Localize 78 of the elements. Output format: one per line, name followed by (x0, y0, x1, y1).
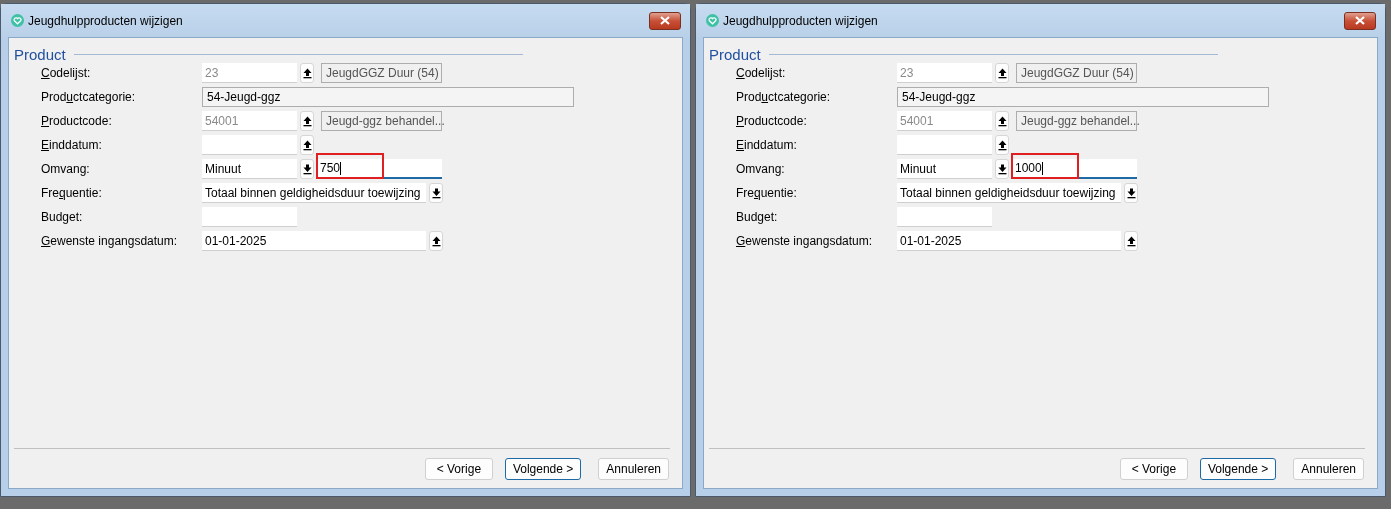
field-label: Gewenste ingangsdatum: (41, 234, 179, 248)
description-field: Jeugd-ggz behandel... (321, 111, 442, 131)
text-field[interactable]: 23 (897, 63, 992, 83)
text-field[interactable]: 23 (202, 63, 297, 83)
down-arrow-icon (1126, 187, 1136, 199)
down-arrow-icon (431, 187, 441, 199)
field-label: Omvang: (736, 162, 786, 176)
field-label: Codelijst: (41, 66, 92, 80)
dialog-button[interactable]: < Vorige (1119, 457, 1188, 480)
dialog-button[interactable]: Volgende > (504, 457, 582, 480)
text-field[interactable]: 01-01-2025 (202, 231, 426, 251)
description-field: Jeugd-ggz behandel... (1016, 111, 1137, 131)
field-label: Omvang: (41, 162, 91, 176)
heart-logo-icon (11, 14, 24, 27)
text-field[interactable] (897, 135, 992, 155)
up-arrow-button[interactable] (429, 231, 443, 251)
up-arrow-button[interactable] (300, 135, 314, 155)
section-heading: Product (14, 46, 66, 63)
text-field[interactable]: 1000 (1012, 159, 1137, 179)
field-label: Einddatum: (41, 138, 103, 152)
text-field[interactable] (202, 135, 297, 155)
up-arrow-icon (997, 67, 1007, 79)
up-arrow-icon (997, 139, 1007, 151)
up-arrow-icon (431, 235, 441, 247)
dialog-button[interactable]: < Vorige (424, 457, 493, 480)
up-arrow-icon (302, 115, 312, 127)
close-icon (660, 16, 670, 25)
dialog-button[interactable]: Annuleren (598, 457, 669, 480)
section-heading: Product (709, 46, 761, 63)
up-arrow-icon (997, 115, 1007, 127)
up-arrow-button[interactable] (300, 63, 314, 83)
down-arrow-icon (302, 163, 312, 175)
text-field[interactable]: 54001 (202, 111, 297, 131)
down-arrow-button[interactable] (995, 159, 1009, 179)
field-label: Productcode: (736, 114, 808, 128)
up-arrow-button[interactable] (1124, 231, 1138, 251)
readonly-field: 54-Jeugd-ggz (202, 87, 574, 107)
description-field: JeugdGGZ Duur (54) (321, 63, 442, 83)
text-field[interactable] (897, 207, 992, 227)
down-arrow-button[interactable] (1124, 183, 1138, 203)
close-button[interactable] (649, 11, 681, 30)
window-title: Jeugdhulpproducten wijzigen (28, 13, 184, 28)
dialog-button[interactable]: Volgende > (1199, 457, 1277, 480)
dialog-button[interactable]: Annuleren (1293, 457, 1364, 480)
text-field[interactable] (202, 207, 297, 227)
field-label: Frequentie: (41, 186, 103, 200)
readonly-field: 54-Jeugd-ggz (897, 87, 1269, 107)
window-title: Jeugdhulpproducten wijzigen (723, 13, 879, 28)
field-label: Productcode: (41, 114, 113, 128)
down-arrow-icon (997, 163, 1007, 175)
field-label: Gewenste ingangsdatum: (736, 234, 874, 248)
up-arrow-button[interactable] (995, 111, 1009, 131)
field-label: Budget: (41, 210, 84, 224)
up-arrow-button[interactable] (995, 63, 1009, 83)
up-arrow-icon (302, 67, 312, 79)
field-label: Productcategorie: (41, 90, 137, 104)
field-label: Codelijst: (736, 66, 787, 80)
text-field[interactable]: 01-01-2025 (897, 231, 1121, 251)
text-field[interactable]: Totaal binnen geldigheidsduur toewijzing (897, 183, 1121, 203)
up-arrow-button[interactable] (300, 111, 314, 131)
text-field[interactable]: 750 (317, 159, 442, 179)
field-label: Productcategorie: (736, 90, 832, 104)
text-field[interactable]: Minuut (897, 159, 992, 179)
field-label: Budget: (736, 210, 779, 224)
up-arrow-button[interactable] (995, 135, 1009, 155)
down-arrow-button[interactable] (429, 183, 443, 203)
close-icon (1355, 16, 1365, 25)
text-field[interactable]: 54001 (897, 111, 992, 131)
down-arrow-button[interactable] (300, 159, 314, 179)
field-label: Einddatum: (736, 138, 798, 152)
up-arrow-icon (302, 139, 312, 151)
description-field: JeugdGGZ Duur (54) (1016, 63, 1137, 83)
heart-logo-icon (706, 14, 719, 27)
field-label: Frequentie: (736, 186, 798, 200)
close-button[interactable] (1344, 11, 1376, 30)
up-arrow-icon (1126, 235, 1136, 247)
text-field[interactable]: Totaal binnen geldigheidsduur toewijzing (202, 183, 426, 203)
text-field[interactable]: Minuut (202, 159, 297, 179)
